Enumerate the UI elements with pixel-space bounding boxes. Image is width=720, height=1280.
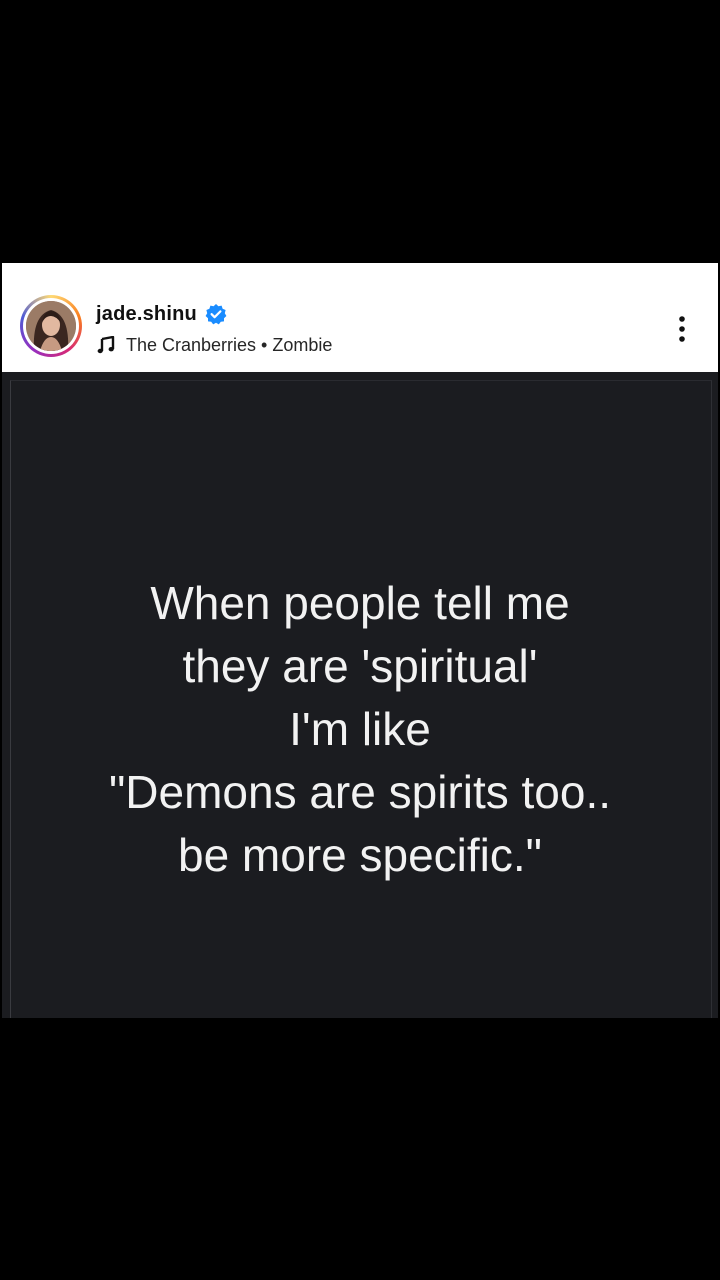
username-row: jade.shinu xyxy=(96,301,227,327)
quote-text: When people tell me they are 'spiritual'… xyxy=(2,572,718,887)
more-vertical-icon xyxy=(679,316,685,342)
quote-line: "Demons are spirits too.. xyxy=(108,766,612,818)
music-note-icon xyxy=(97,335,115,354)
avatar[interactable] xyxy=(20,295,82,357)
verified-badge-icon xyxy=(205,303,227,325)
quote-line: be more specific." xyxy=(177,829,543,881)
username-link[interactable]: jade.shinu xyxy=(96,303,197,326)
quote-line: they are 'spiritual' xyxy=(182,640,538,692)
quote-line: I'm like xyxy=(289,703,431,755)
quote-line: When people tell me xyxy=(150,577,570,629)
post-header: jade.shinu The Cranberries • Zombie xyxy=(2,263,718,372)
more-options-button[interactable] xyxy=(666,311,698,347)
music-attribution[interactable]: The Cranberries • Zombie xyxy=(97,333,332,357)
post-card: jade.shinu The Cranberries • Zombie When… xyxy=(2,263,718,1018)
music-track-label: The Cranberries • Zombie xyxy=(126,334,333,355)
avatar-image xyxy=(26,301,76,351)
post-image[interactable]: When people tell me they are 'spiritual'… xyxy=(2,372,718,1018)
